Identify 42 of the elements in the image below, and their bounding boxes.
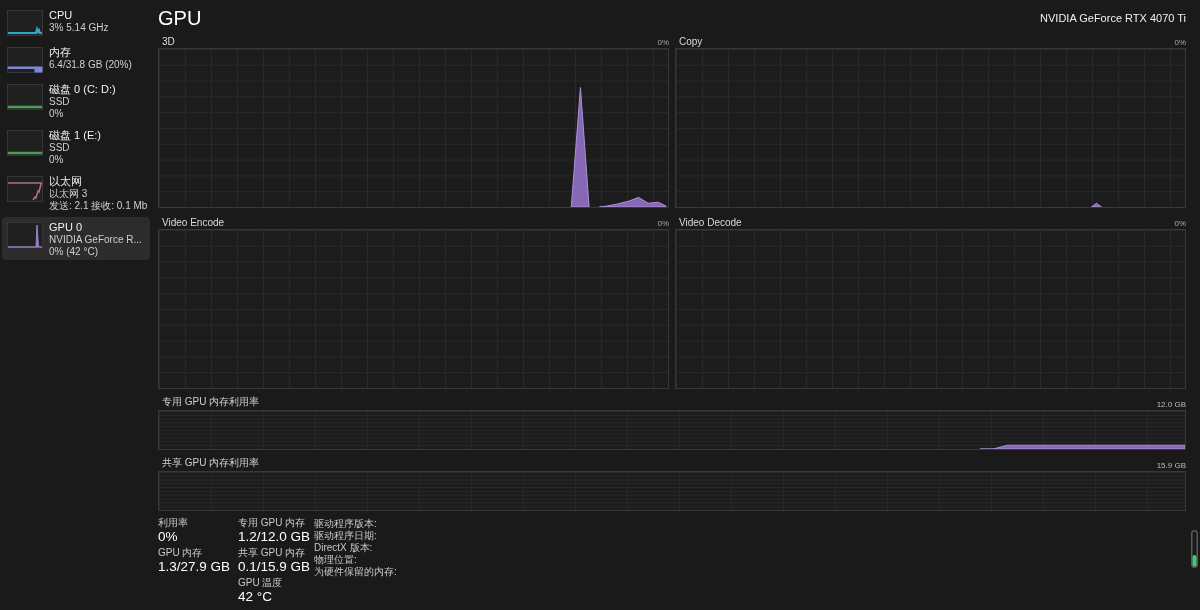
detail-label: DirectX 版本: — [314, 542, 374, 554]
usage-reading: 0% — [657, 38, 669, 47]
usage-area — [1090, 202, 1102, 207]
memory-capacity-label: 15.9 GB — [1156, 461, 1186, 470]
stat-value: 0% — [158, 529, 179, 545]
stat-label: GPU 温度 — [238, 577, 284, 589]
sidebar-item[interactable]: CPU 3% 5.14 GHz — [2, 5, 150, 39]
memory-capacity-label: 12.0 GB — [1156, 400, 1186, 409]
detail-label: 驱动程序日期: — [314, 530, 378, 542]
stat-label: 共享 GPU 内存 — [238, 547, 307, 559]
mini-graph-icon — [7, 176, 43, 202]
mini-graph-icon — [7, 10, 43, 36]
sidebar-item[interactable]: GPU 0 NVIDIA GeForce R... 0% (42 °C) — [2, 217, 150, 260]
mini-graph-icon — [7, 84, 43, 110]
mini-graph-icon — [7, 222, 43, 248]
sidebar-item[interactable]: 磁盘 1 (E:) SSD 0% — [2, 125, 150, 168]
stat-value: 0.1/15.9 GB — [238, 559, 312, 575]
detail-label: 物理位置: — [314, 554, 358, 566]
graph-label: Copy — [679, 36, 703, 47]
graph-label: 共享 GPU 内存利用率 — [162, 456, 260, 470]
stat-label: 利用率 — [158, 517, 189, 529]
stat-value: 42 °C — [238, 589, 273, 605]
detail-label: 驱动程序版本: — [314, 518, 378, 530]
stat-value: 1.2/12.0 GB — [238, 529, 312, 545]
sidebar-item[interactable]: 以太网 以太网 3 发送: 2.1 接收: 0.1 Mb — [2, 171, 150, 214]
device-name: NVIDIA GeForce RTX 4070 Ti — [1040, 12, 1186, 24]
mini-graph-icon — [7, 130, 43, 156]
graph-label: Video Encode — [162, 217, 225, 228]
stat-label: GPU 内存 — [158, 547, 204, 559]
graph-label: 3D — [162, 36, 175, 47]
stat-value: 1.3/27.9 GB — [158, 559, 232, 575]
usage-reading: 0% — [1174, 38, 1186, 47]
graph-label: Video Decode — [679, 217, 742, 228]
stat-label: 专用 GPU 内存 — [238, 517, 307, 529]
graph-label: 专用 GPU 内存利用率 — [162, 395, 260, 409]
sidebar-item[interactable]: 内存 6.4/31.8 GB (20%) — [2, 42, 150, 76]
sidebar-item[interactable]: 磁盘 0 (C: D:) SSD 0% — [2, 79, 150, 122]
mini-graph-icon — [7, 47, 43, 73]
usage-reading: 0% — [657, 219, 669, 228]
page-title: GPU — [158, 6, 202, 30]
usage-reading: 0% — [1174, 219, 1186, 228]
detail-label: 为硬件保留的内存: — [314, 566, 397, 578]
